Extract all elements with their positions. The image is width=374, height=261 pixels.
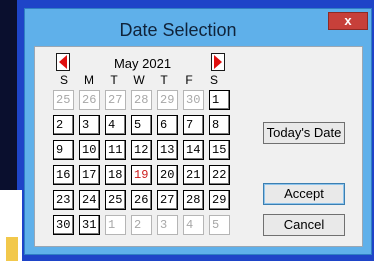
day-cell[interactable]: 30	[53, 215, 74, 235]
title-bar[interactable]: Date Selection x	[25, 9, 371, 45]
month-year-label: May 2021	[113, 56, 172, 71]
dialog-body: May 2021 SMTWTFS 25 26 27 28 29 30 1 2 3 4 5 6 7 8 9 10…	[34, 46, 363, 247]
day-cell-today[interactable]: 19	[131, 165, 152, 185]
day-cell[interactable]: 12	[131, 140, 152, 160]
day-cell[interactable]: 27	[157, 190, 178, 210]
day-cell[interactable]: 2	[53, 115, 74, 135]
day-cell[interactable]: 25	[105, 190, 126, 210]
background-window-edge	[0, 0, 17, 190]
weekday-label: S	[59, 73, 68, 87]
day-cell[interactable]: 20	[157, 165, 178, 185]
day-cell[interactable]: 14	[183, 140, 204, 160]
day-cell[interactable]: 26	[131, 190, 152, 210]
day-cell[interactable]: 11	[105, 140, 126, 160]
day-cell-adjacent-month[interactable]: 26	[79, 90, 100, 110]
day-cell[interactable]: 17	[79, 165, 100, 185]
weekday-label: S	[209, 73, 218, 87]
day-cell[interactable]: 22	[209, 165, 230, 185]
day-cell[interactable]: 3	[79, 115, 100, 135]
close-button[interactable]: x	[328, 12, 368, 30]
accept-button[interactable]: Accept	[263, 183, 345, 205]
background-folder-fragment	[6, 237, 18, 261]
weekday-label: F	[185, 73, 193, 87]
day-cell[interactable]: 29	[209, 190, 230, 210]
arrow-right-icon	[214, 55, 222, 69]
day-cell-adjacent-month[interactable]: 25	[53, 90, 74, 110]
day-cell[interactable]: 15	[209, 140, 230, 160]
day-cell[interactable]: 7	[183, 115, 204, 135]
previous-month-button[interactable]	[56, 53, 70, 71]
day-cell[interactable]: 4	[105, 115, 126, 135]
day-cell[interactable]: 18	[105, 165, 126, 185]
day-cell-adjacent-month[interactable]: 28	[131, 90, 152, 110]
todays-date-button[interactable]: Today's Date	[263, 122, 345, 144]
day-cell[interactable]: 16	[53, 165, 74, 185]
day-cell-adjacent-month[interactable]: 2	[131, 215, 152, 235]
day-cell-adjacent-month[interactable]: 29	[157, 90, 178, 110]
weekday-label: W	[133, 73, 145, 87]
day-cell[interactable]: 8	[209, 115, 230, 135]
weekday-label: T	[110, 73, 118, 87]
day-cell-adjacent-month[interactable]: 30	[183, 90, 204, 110]
day-cell[interactable]: 1	[209, 90, 230, 110]
next-month-button[interactable]	[211, 53, 225, 71]
day-cell-adjacent-month[interactable]: 3	[157, 215, 178, 235]
window-title: Date Selection	[119, 20, 237, 40]
weekday-header: SMTWTFS	[53, 73, 233, 89]
arrow-left-icon	[59, 55, 67, 69]
day-cell[interactable]: 10	[79, 140, 100, 160]
day-cell[interactable]: 13	[157, 140, 178, 160]
calendar-grid: 25 26 27 28 29 30 1 2 3 4 5 6 7 8 9 10 11 12 13 14 15 16 17 18 1…	[53, 90, 234, 240]
day-cell[interactable]: 9	[53, 140, 74, 160]
day-cell[interactable]: 6	[157, 115, 178, 135]
date-selection-dialog: Date Selection x May 2021 SMTWTFS 25 26 27…	[24, 8, 372, 255]
day-cell[interactable]: 23	[53, 190, 74, 210]
day-cell-adjacent-month[interactable]: 1	[105, 215, 126, 235]
day-cell[interactable]: 24	[79, 190, 100, 210]
day-cell[interactable]: 28	[183, 190, 204, 210]
day-cell-adjacent-month[interactable]: 4	[183, 215, 204, 235]
day-cell-adjacent-month[interactable]: 5	[209, 215, 230, 235]
day-cell[interactable]: 31	[79, 215, 100, 235]
day-cell[interactable]: 5	[131, 115, 152, 135]
day-cell[interactable]: 21	[183, 165, 204, 185]
day-cell-adjacent-month[interactable]: 27	[105, 90, 126, 110]
cancel-button[interactable]: Cancel	[263, 214, 345, 236]
weekday-label: T	[160, 73, 168, 87]
weekday-label: M	[84, 73, 94, 87]
